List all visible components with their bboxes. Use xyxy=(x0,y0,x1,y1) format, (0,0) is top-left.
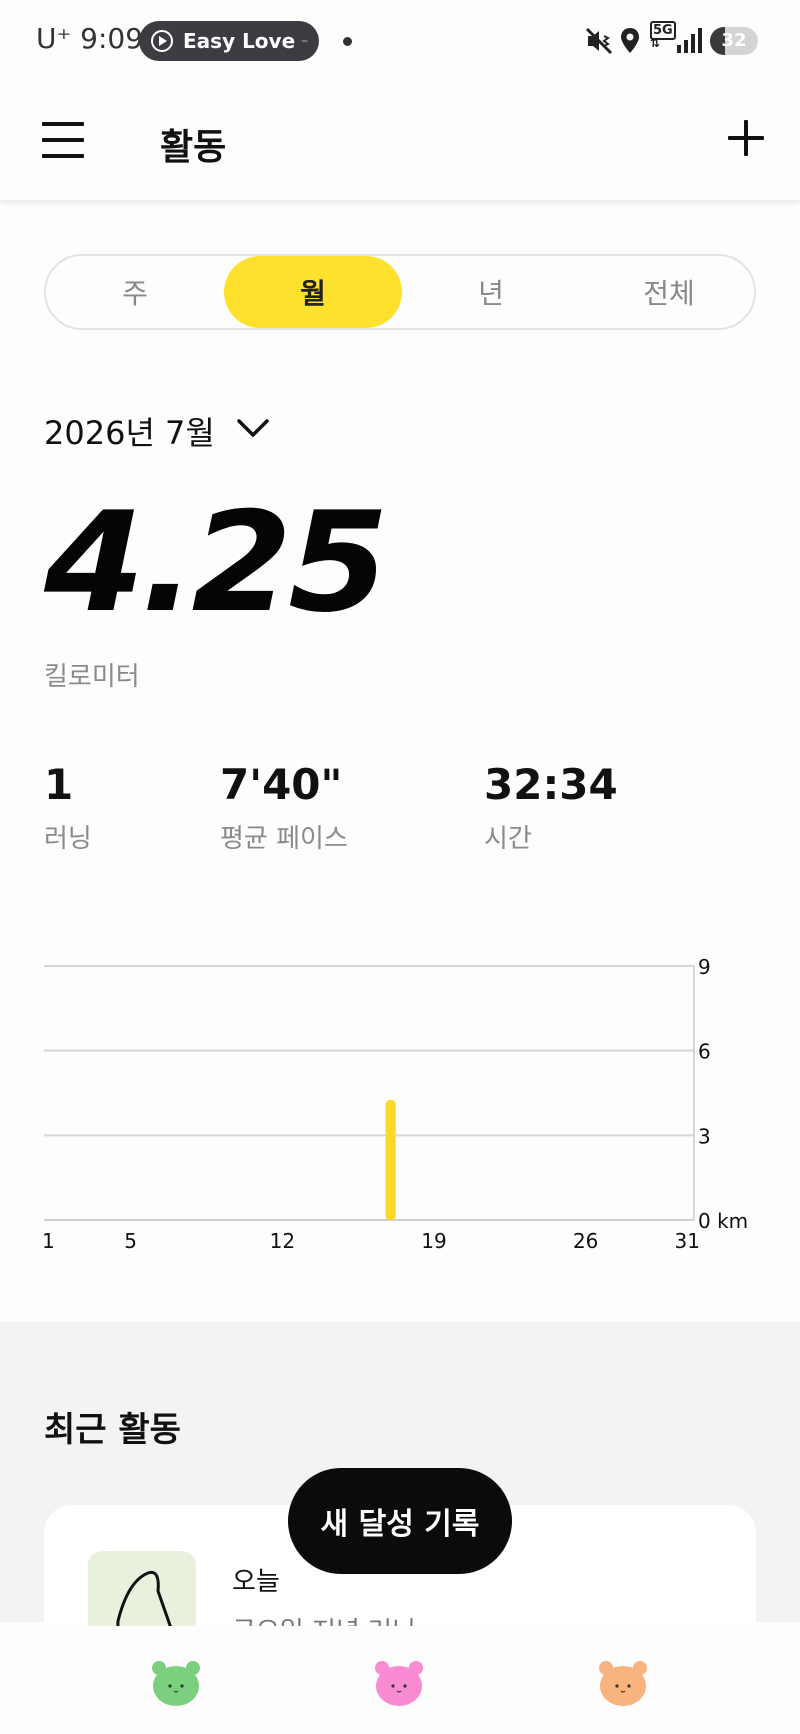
y-tick-label: 0 km xyxy=(698,1209,748,1233)
y-tick-label: 3 xyxy=(698,1124,711,1148)
new-achievement-button[interactable]: 새 달성 기록 xyxy=(288,1468,512,1574)
recent-title: 최근 활동 xyxy=(44,1410,181,1450)
battery-icon: 32 xyxy=(710,27,758,55)
plus-icon[interactable] xyxy=(728,120,764,156)
green-bear-icon xyxy=(152,1661,200,1706)
tab-year[interactable]: 년 xyxy=(402,256,580,328)
tab-all[interactable]: 전체 xyxy=(580,256,758,328)
battery-level: 32 xyxy=(721,30,747,51)
monthly-distance-chart: 0 km 3 6 9 1 5 12 19 26 31 xyxy=(42,955,748,1253)
x-tick-label: 19 xyxy=(421,1229,446,1253)
duration-label: 시간 xyxy=(484,824,532,854)
media-pill[interactable]: Easy Love – xyxy=(139,21,319,61)
nav-orange-bear[interactable] xyxy=(597,1658,649,1708)
x-tick-label: 12 xyxy=(270,1229,295,1253)
play-icon xyxy=(151,30,173,52)
avg-pace-value: 7'40" xyxy=(220,760,343,809)
signal-icon xyxy=(677,28,702,53)
tab-month[interactable]: 월 xyxy=(224,256,402,328)
status-carrier-time: U⁺ 9:09 xyxy=(36,22,144,55)
notification-dot-icon xyxy=(343,37,352,46)
media-pill-dash-icon: – xyxy=(301,33,309,49)
avg-pace-label: 평균 페이스 xyxy=(220,824,348,854)
pink-bear-icon xyxy=(375,1661,423,1706)
location-icon xyxy=(621,28,639,53)
network-5g-icon: 5G ⇅ xyxy=(650,21,676,50)
app-header: 활동 xyxy=(0,80,800,200)
tab-week[interactable]: 주 xyxy=(46,256,224,328)
x-tick-label: 31 xyxy=(675,1229,700,1253)
runs-label: 러닝 xyxy=(44,824,92,854)
media-pill-title: Easy Love xyxy=(183,29,296,53)
y-tick-label: 6 xyxy=(698,1040,711,1064)
distance-unit: 킬로미터 xyxy=(44,662,140,692)
bar-day-17 xyxy=(385,1100,396,1220)
y-tick-label: 9 xyxy=(698,955,711,979)
nav-green-bear[interactable] xyxy=(150,1658,202,1708)
vibrate-mute-icon xyxy=(585,27,613,55)
menu-icon[interactable] xyxy=(42,122,84,158)
period-segmented-control: 주 월 년 전체 xyxy=(44,254,756,330)
page-title: 활동 xyxy=(160,127,227,168)
total-distance: 4.25 xyxy=(44,482,389,643)
activity-date: 오늘 xyxy=(232,1567,280,1597)
nav-pink-bear[interactable] xyxy=(373,1658,425,1708)
x-tick-label: 1 xyxy=(42,1229,55,1253)
x-tick-label: 5 xyxy=(124,1229,137,1253)
x-tick-label: 26 xyxy=(573,1229,598,1253)
bottom-nav xyxy=(0,1626,800,1734)
status-bar: U⁺ 9:09 Easy Love – 5G ⇅ 32 xyxy=(0,0,800,80)
period-label[interactable]: 2026년 7월 xyxy=(44,408,215,454)
chevron-down-icon[interactable] xyxy=(236,416,270,440)
duration-value: 32:34 xyxy=(484,760,618,809)
runs-count: 1 xyxy=(44,760,74,809)
orange-bear-icon xyxy=(599,1661,647,1706)
